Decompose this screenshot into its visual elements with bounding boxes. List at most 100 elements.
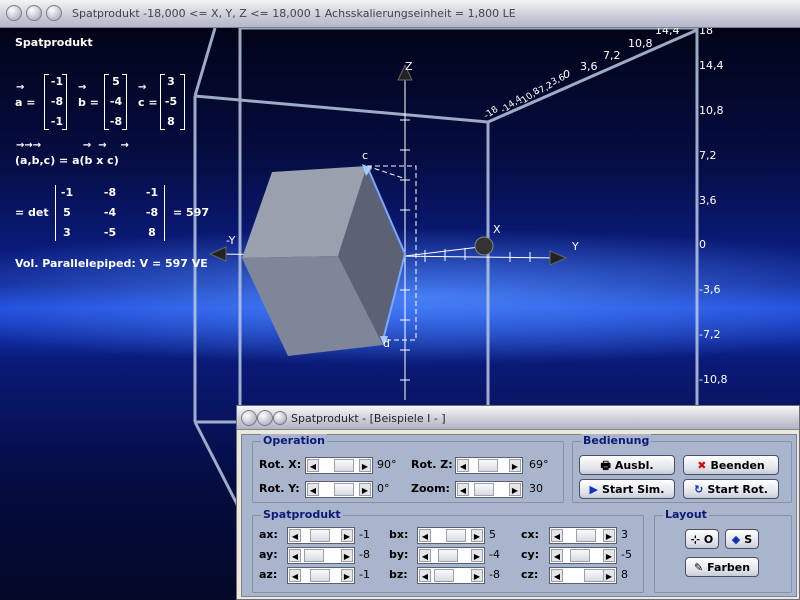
info-heading: Spatprodukt <box>15 36 93 49</box>
arrow-left-icon[interactable]: ◀ <box>551 549 563 562</box>
bedienung-group-label: Bedienung <box>581 434 652 447</box>
cz-label: cz: <box>521 568 539 581</box>
slider-thumb[interactable] <box>570 549 590 562</box>
layout-o-button[interactable]: ⊹ O <box>685 529 719 549</box>
det-cell: -5 <box>103 226 117 239</box>
vector-b-arrow: → <box>78 82 87 93</box>
arrow-right-icon[interactable]: ▶ <box>359 459 371 472</box>
arrow-left-icon[interactable]: ◀ <box>289 549 301 562</box>
zoom-label: Zoom: <box>411 482 450 495</box>
slider-thumb[interactable] <box>478 459 498 472</box>
bz-value: -8 <box>489 568 500 581</box>
right-tick: 14,4 <box>699 59 724 72</box>
by-slider[interactable]: ◀ ▶ <box>417 547 485 564</box>
right-tick: 18 <box>699 28 713 37</box>
arrow-left-icon[interactable]: ◀ <box>551 529 563 542</box>
volume-result: Vol. Parallelepiped: V = 597 VE <box>15 257 208 270</box>
slider-thumb[interactable] <box>304 549 324 562</box>
slider-thumb[interactable] <box>334 459 354 472</box>
arrow-right-icon[interactable]: ▶ <box>509 483 521 496</box>
cx-slider[interactable]: ◀ ▶ <box>549 527 617 544</box>
rot-z-slider[interactable]: ◀ ▶ <box>455 457 523 474</box>
play-icon: ▶ <box>589 482 598 496</box>
right-tick: 7,2 <box>699 149 717 162</box>
rot-z-value: 69° <box>529 458 549 471</box>
rot-y-value: 0° <box>377 482 390 495</box>
vector-a-bracket-right <box>62 74 67 130</box>
arrow-right-icon[interactable]: ▶ <box>341 549 353 562</box>
farben-button[interactable]: ✎ Farben <box>685 557 759 577</box>
slider-thumb[interactable] <box>310 529 330 542</box>
arrow-left-icon[interactable]: ◀ <box>307 459 319 472</box>
right-tick: -3,6 <box>699 283 721 296</box>
arrow-left-icon[interactable]: ◀ <box>307 483 319 496</box>
by-value: -4 <box>489 548 500 561</box>
window-maximize-button[interactable] <box>46 5 62 21</box>
rot-x-slider[interactable]: ◀ ▶ <box>305 457 373 474</box>
neg-y-axis-label: -Y <box>226 234 236 247</box>
bx-label: bx: <box>389 528 409 541</box>
ay-slider[interactable]: ◀ ▶ <box>287 547 355 564</box>
start-rot-button[interactable]: ↻ Start Rot. <box>683 479 779 499</box>
slider-thumb[interactable] <box>434 569 454 582</box>
det-cell: -1 <box>60 186 74 199</box>
slider-thumb[interactable] <box>584 569 604 582</box>
top-tick: 7,2 <box>603 49 621 62</box>
slider-thumb[interactable] <box>438 549 458 562</box>
rot-y-slider[interactable]: ◀ ▶ <box>305 481 373 498</box>
slider-thumb[interactable] <box>474 483 494 496</box>
cz-slider[interactable]: ◀ ▶ <box>549 567 617 584</box>
dialog-close-button[interactable] <box>241 410 257 426</box>
ausbl-button[interactable]: 🖶 Ausbl. <box>579 455 675 475</box>
bedienung-group: Bedienung 🖶 Ausbl. ✖ Beenden ▶ Start Sim… <box>572 434 792 503</box>
beenden-button[interactable]: ✖ Beenden <box>683 455 779 475</box>
by-label: by: <box>389 548 409 561</box>
dialog-maximize-button[interactable] <box>273 411 287 425</box>
arrow-right-icon[interactable]: ▶ <box>603 569 615 582</box>
det-cell: -8 <box>145 206 159 219</box>
arrow-left-icon[interactable]: ◀ <box>419 549 431 562</box>
arrow-right-icon[interactable]: ▶ <box>471 569 483 582</box>
start-sim-button[interactable]: ▶ Start Sim. <box>579 479 675 499</box>
operation-group: Operation Rot. X: ◀ ▶ 90° Rot. Y: ◀ ▶ 0°… <box>252 434 564 503</box>
rotate-icon: ↻ <box>694 482 704 496</box>
window-minimize-button[interactable] <box>26 5 42 21</box>
arrow-left-icon[interactable]: ◀ <box>419 569 431 582</box>
slider-thumb[interactable] <box>446 529 466 542</box>
rot-y-label: Rot. Y: <box>259 482 300 495</box>
arrow-right-icon[interactable]: ▶ <box>341 529 353 542</box>
az-value: -1 <box>359 568 370 581</box>
arrow-left-icon[interactable]: ◀ <box>289 569 301 582</box>
arrow-right-icon[interactable]: ▶ <box>359 483 371 496</box>
det-cell: -1 <box>145 186 159 199</box>
dialog-minimize-button[interactable] <box>257 410 273 426</box>
arrow-right-icon[interactable]: ▶ <box>603 549 615 562</box>
bz-slider[interactable]: ◀ ▶ <box>417 567 485 584</box>
bx-slider[interactable]: ◀ ▶ <box>417 527 485 544</box>
zoom-slider[interactable]: ◀ ▶ <box>455 481 523 498</box>
rot-z-label: Rot. Z: <box>411 458 453 471</box>
ax-slider[interactable]: ◀ ▶ <box>287 527 355 544</box>
ay-value: -8 <box>359 548 370 561</box>
arrow-right-icon[interactable]: ▶ <box>341 569 353 582</box>
window-close-button[interactable] <box>6 5 22 21</box>
rot-x-label: Rot. X: <box>259 458 302 471</box>
slider-thumb[interactable] <box>576 529 596 542</box>
arrow-left-icon[interactable]: ◀ <box>457 459 469 472</box>
arrow-right-icon[interactable]: ▶ <box>603 529 615 542</box>
arrow-left-icon[interactable]: ◀ <box>419 529 431 542</box>
az-slider[interactable]: ◀ ▶ <box>287 567 355 584</box>
slider-thumb[interactable] <box>334 483 354 496</box>
layout-s-button[interactable]: ◆ S <box>725 529 759 549</box>
slider-thumb[interactable] <box>310 569 330 582</box>
arrow-left-icon[interactable]: ◀ <box>289 529 301 542</box>
vector-c-z: 8 <box>167 115 175 128</box>
arrow-left-icon[interactable]: ◀ <box>457 483 469 496</box>
beenden-button-label: Beenden <box>710 458 765 472</box>
arrow-right-icon[interactable]: ▶ <box>471 549 483 562</box>
arrow-left-icon[interactable]: ◀ <box>551 569 563 582</box>
arrow-right-icon[interactable]: ▶ <box>509 459 521 472</box>
cy-slider[interactable]: ◀ ▶ <box>549 547 617 564</box>
top-tick: 3,6 <box>580 60 598 73</box>
arrow-right-icon[interactable]: ▶ <box>471 529 483 542</box>
